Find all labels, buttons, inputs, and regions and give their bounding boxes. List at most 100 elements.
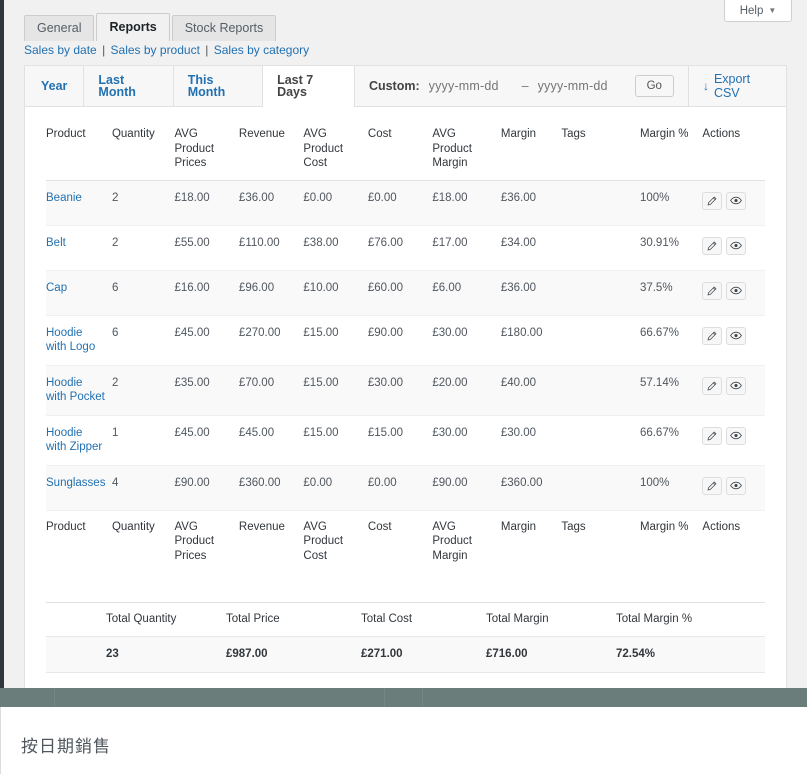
pencil-icon (707, 196, 717, 206)
cell-avg-price: £16.00 (174, 270, 238, 315)
col-actions: Actions (702, 118, 765, 180)
edit-product-button[interactable] (702, 192, 722, 210)
edit-product-button[interactable] (702, 427, 722, 445)
view-product-button[interactable] (726, 327, 746, 345)
eye-icon (730, 481, 742, 490)
date-range-dash: – (522, 79, 529, 93)
col-tags: Tags (561, 118, 640, 180)
cell-actions (702, 270, 765, 315)
totals-value-spacer (46, 636, 106, 673)
row-action-group (702, 326, 759, 345)
view-product-button[interactable] (726, 377, 746, 395)
help-button[interactable]: Help ▼ (724, 0, 792, 22)
cell-cost: £0.00 (368, 180, 432, 225)
cell-actions (702, 415, 765, 465)
range-this-month-label: This Month (188, 74, 248, 99)
eye-icon (730, 286, 742, 295)
cell-margin: £36.00 (501, 270, 561, 315)
foot-col-revenue: Revenue (239, 510, 303, 572)
cell-avg-cost: £15.00 (303, 365, 367, 415)
cell-tags (561, 225, 640, 270)
custom-range-group: Custom: – Go (355, 66, 688, 106)
export-csv-button[interactable]: ↓ Export CSV (688, 66, 786, 106)
band-segment-2 (55, 688, 385, 707)
cell-tags (561, 315, 640, 365)
product-link[interactable]: Beanie (46, 192, 82, 204)
edit-product-button[interactable] (702, 237, 722, 255)
cell-product: Belt (46, 225, 112, 270)
tab-general[interactable]: General (24, 15, 94, 41)
cell-revenue: £70.00 (239, 365, 303, 415)
custom-date-to-input[interactable] (538, 79, 622, 93)
col-margin: Margin (501, 118, 561, 180)
col-avg-cost: AVG Product Cost (303, 118, 367, 180)
cell-avg-cost: £15.00 (303, 315, 367, 365)
cell-actions (702, 465, 765, 510)
eye-icon (730, 381, 742, 390)
cell-cost: £76.00 (368, 225, 432, 270)
foot-col-cost: Cost (368, 510, 432, 572)
eye-icon (730, 241, 742, 250)
totals-col-cost: Total Cost (361, 603, 486, 637)
totals-value-price: £987.00 (226, 636, 361, 673)
view-product-button[interactable] (726, 237, 746, 255)
cell-avg-margin: £30.00 (432, 415, 501, 465)
cell-avg-cost: £15.00 (303, 415, 367, 465)
report-panel: Year Last Month This Month Last 7 Days C… (24, 65, 787, 714)
tab-stock-reports[interactable]: Stock Reports (172, 15, 277, 41)
custom-date-from-input[interactable] (429, 79, 513, 93)
cell-cost: £0.00 (368, 465, 432, 510)
view-product-button[interactable] (726, 427, 746, 445)
table-foot: Product Quantity AVG Product Prices Reve… (46, 510, 765, 572)
row-action-group (702, 426, 759, 445)
cell-quantity: 4 (112, 465, 174, 510)
totals-head: Total Quantity Total Price Total Cost To… (46, 603, 765, 637)
edit-product-button[interactable] (702, 477, 722, 495)
range-last-month[interactable]: Last Month (84, 66, 173, 106)
foot-col-margin-pct: Margin % (640, 510, 702, 572)
bottom-color-band (0, 688, 807, 707)
range-year-label: Year (41, 80, 67, 93)
product-link[interactable]: Hoodie with Pocket (46, 377, 105, 404)
totals-col-margin-pct: Total Margin % (616, 603, 765, 637)
view-product-button[interactable] (726, 282, 746, 300)
totals-area: Total Quantity Total Price Total Cost To… (25, 572, 786, 673)
cell-avg-margin: £17.00 (432, 225, 501, 270)
cell-actions (702, 225, 765, 270)
pencil-icon (707, 431, 717, 441)
edit-product-button[interactable] (702, 282, 722, 300)
pencil-icon (707, 286, 717, 296)
subnav-sales-by-category[interactable]: Sales by category (214, 43, 309, 57)
table-footer-row: Product Quantity AVG Product Prices Reve… (46, 510, 765, 572)
view-product-button[interactable] (726, 192, 746, 210)
cell-actions (702, 365, 765, 415)
cell-avg-price: £90.00 (174, 465, 238, 510)
range-year[interactable]: Year (25, 66, 84, 106)
go-button[interactable]: Go (635, 75, 674, 98)
cell-revenue: £96.00 (239, 270, 303, 315)
edit-product-button[interactable] (702, 327, 722, 345)
foot-col-avg-price: AVG Product Prices (174, 510, 238, 572)
cell-tags (561, 415, 640, 465)
product-link[interactable]: Sunglasses (46, 477, 105, 489)
subnav-sales-by-product[interactable]: Sales by product (111, 43, 200, 57)
help-label: Help (740, 5, 764, 17)
product-link[interactable]: Hoodie with Zipper (46, 427, 102, 454)
tab-reports[interactable]: Reports (96, 13, 169, 41)
cell-avg-price: £55.00 (174, 225, 238, 270)
cell-avg-cost: £10.00 (303, 270, 367, 315)
product-link[interactable]: Belt (46, 237, 66, 249)
subnav-sales-by-date[interactable]: Sales by date (24, 43, 97, 57)
product-link[interactable]: Cap (46, 282, 67, 294)
totals-value-quantity: 23 (106, 636, 226, 673)
range-this-month[interactable]: This Month (174, 66, 263, 106)
col-avg-margin: AVG Product Margin (432, 118, 501, 180)
date-range-bar: Year Last Month This Month Last 7 Days C… (25, 66, 786, 107)
view-product-button[interactable] (726, 477, 746, 495)
range-last-7-days[interactable]: Last 7 Days (263, 66, 355, 107)
cell-margin: £34.00 (501, 225, 561, 270)
product-link[interactable]: Hoodie with Logo (46, 327, 95, 354)
table-body: Beanie2£18.00£36.00£0.00£0.00£18.00£36.0… (46, 180, 765, 510)
edit-product-button[interactable] (702, 377, 722, 395)
cell-product: Sunglasses (46, 465, 112, 510)
